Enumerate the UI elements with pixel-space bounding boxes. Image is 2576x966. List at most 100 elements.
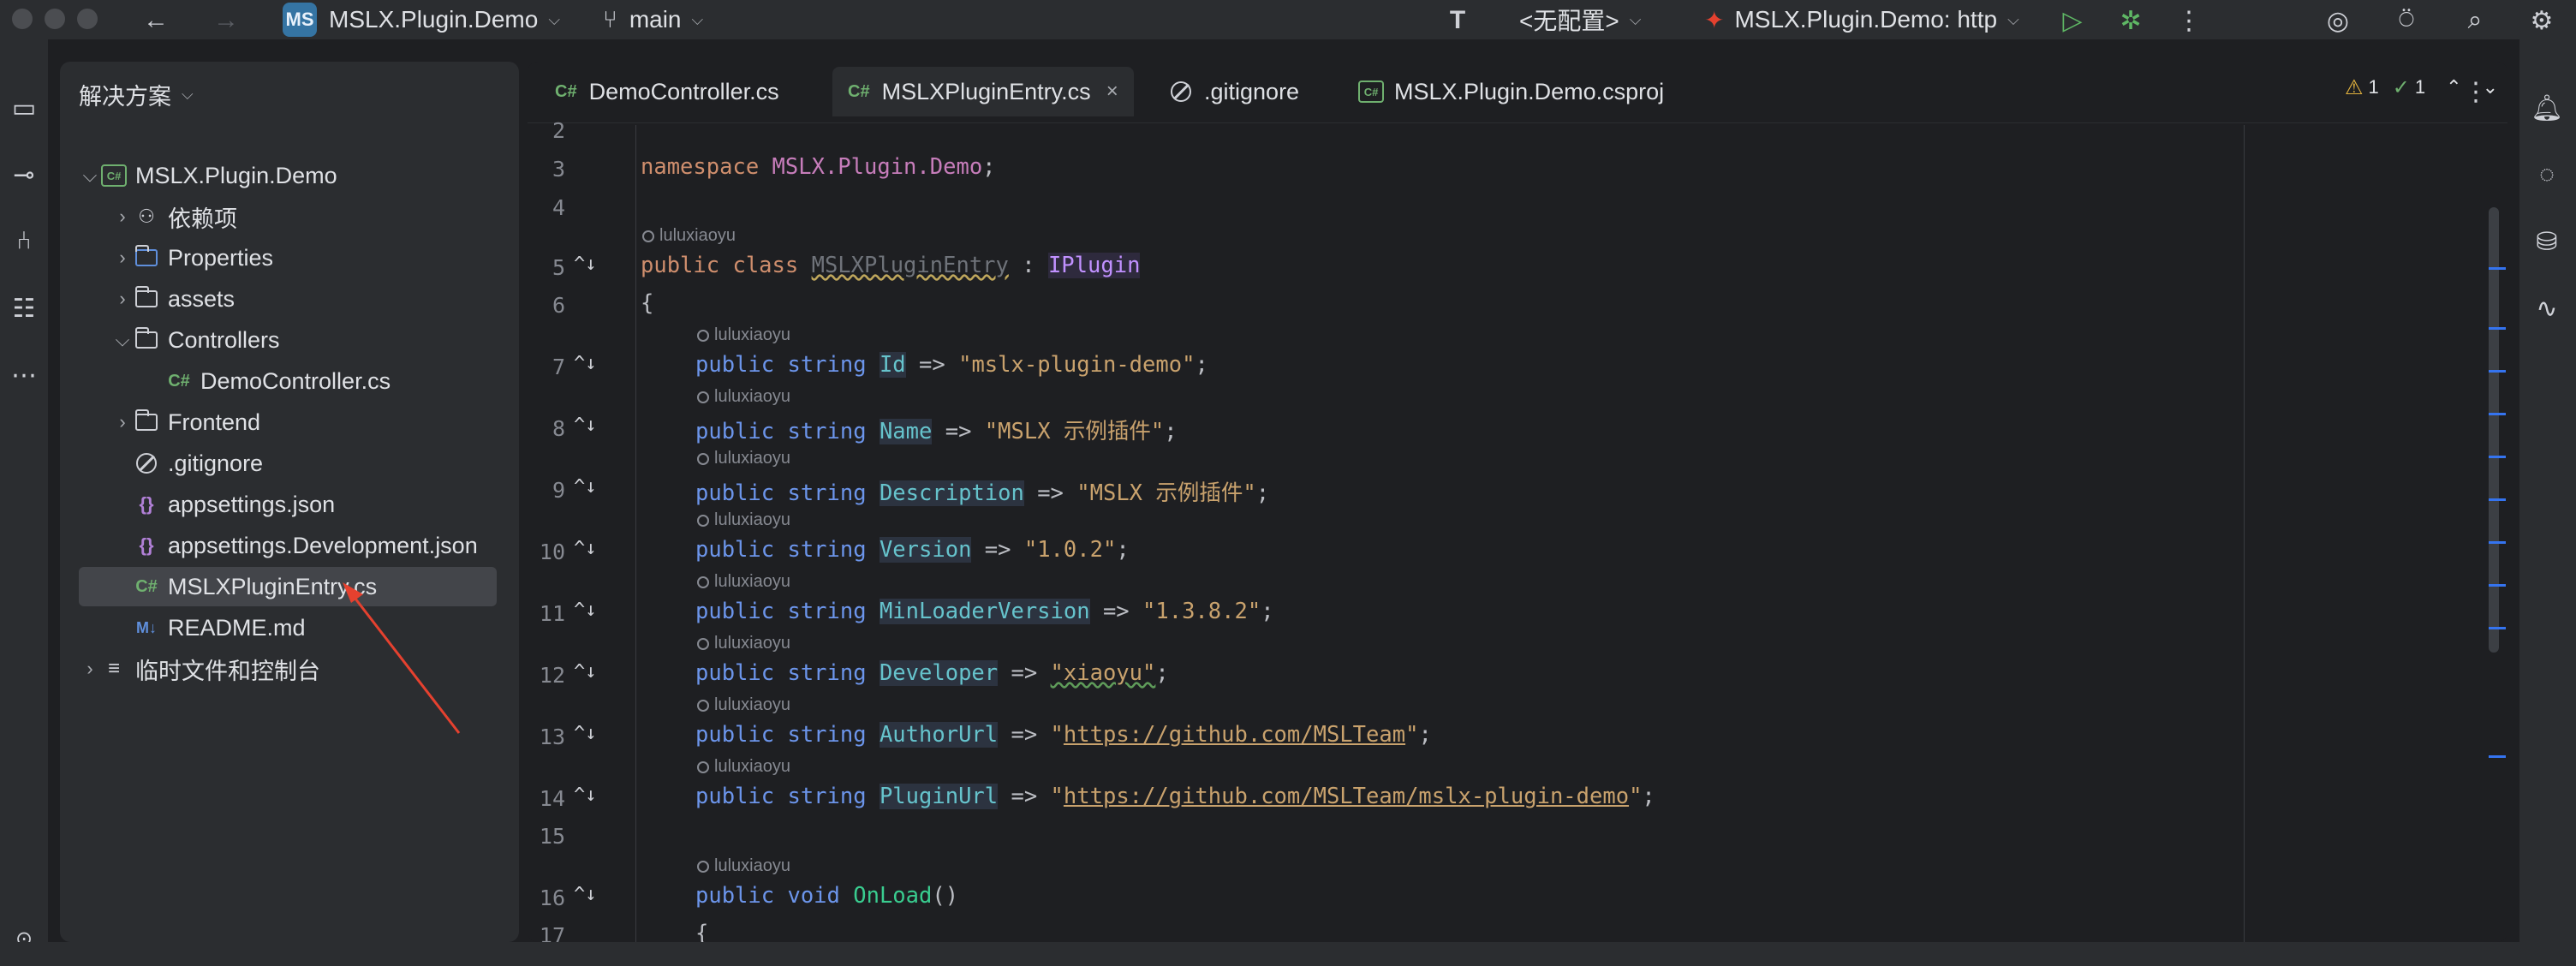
pull-request-icon[interactable]: ⑃ <box>7 224 41 259</box>
person-icon <box>697 860 709 873</box>
code-author-hint[interactable]: luluxiaoyu <box>697 572 790 592</box>
code-line[interactable]: public class MSLXPluginEntry : IPlugin <box>641 253 1141 278</box>
structure-icon[interactable]: ☷ <box>7 291 41 325</box>
window-zoom-button[interactable] <box>77 9 98 29</box>
chevron-right-icon[interactable]: › <box>111 206 134 228</box>
gitignore-icon <box>1168 81 1194 102</box>
url-link[interactable]: https://github.com/MSLTeam/mslx-plugin-d… <box>1064 784 1629 809</box>
window-close-button[interactable] <box>12 9 33 29</box>
implements-marker-icon[interactable]: ^↓ <box>574 476 597 498</box>
tab-democontroller[interactable]: C# DemoController.cs <box>540 67 795 116</box>
interface-name: IPlugin <box>1047 253 1141 278</box>
markdown-file-icon: M↓ <box>136 618 157 636</box>
code-author-hint[interactable]: luluxiaoyu <box>642 226 736 246</box>
line-number: 17 <box>539 923 565 942</box>
chevron-down-icon: ⌵ <box>1629 10 1642 28</box>
tree-item-appsettings[interactable]: {} appsettings.json <box>79 485 507 524</box>
inspection-widget[interactable]: ⚠ 1 ✓ 1 ⌃ ⌄ <box>2345 70 2498 104</box>
folder-icon <box>134 327 159 349</box>
back-arrow-icon[interactable]: ← <box>139 3 173 38</box>
chevron-down-icon[interactable]: ⌵ <box>111 329 134 351</box>
code-line[interactable]: public string Developer => "xiaoyu"; <box>695 660 1169 686</box>
arrow-operator: => <box>998 660 1051 686</box>
line-number: 2 <box>552 118 565 143</box>
implements-marker-icon[interactable]: ^↓ <box>574 784 597 806</box>
tab-mslxpluginentry[interactable]: C# MSLXPluginEntry.cs × <box>832 67 1134 116</box>
forward-arrow-icon[interactable]: → <box>209 3 243 38</box>
tree-item-democontroller[interactable]: C# DemoController.cs <box>79 361 507 401</box>
project-panel-header[interactable]: 解决方案 ⌵ <box>79 77 194 111</box>
ai-assistant-icon[interactable]: ◎ <box>2321 3 2355 38</box>
implements-marker-icon[interactable]: ^↓ <box>574 353 597 374</box>
tree-item-controllers[interactable]: ⌵ Controllers <box>79 320 507 360</box>
code-author-hint[interactable]: luluxiaoyu <box>697 449 790 468</box>
tree-item-assets[interactable]: › assets <box>79 279 507 319</box>
implements-marker-icon[interactable]: ^↓ <box>574 253 597 275</box>
search-icon[interactable]: ⌕ <box>2458 3 2492 38</box>
code-line[interactable]: public string PluginUrl => "https://gith… <box>695 784 1655 809</box>
text-tool-icon[interactable]: T <box>1440 3 1475 38</box>
property-name: Version <box>879 537 972 563</box>
code-author-hint[interactable]: luluxiaoyu <box>697 634 790 653</box>
commit-icon[interactable]: ⊸ <box>7 158 41 192</box>
code-line[interactable]: { <box>641 290 653 316</box>
chevron-up-icon[interactable]: ⌃ <box>2446 76 2461 98</box>
chevron-down-icon: ⌵ <box>548 10 560 28</box>
code-author-hint[interactable]: luluxiaoyu <box>697 387 790 407</box>
debug-icon[interactable]: ✲ <box>2114 3 2148 38</box>
tab-gitignore[interactable]: .gitignore <box>1153 67 1315 116</box>
implements-marker-icon[interactable]: ^↓ <box>574 661 597 683</box>
more-tools-icon[interactable]: ⋯ <box>7 358 41 392</box>
code-line[interactable]: public void OnLoad() <box>695 883 958 909</box>
code-author-hint[interactable]: luluxiaoyu <box>697 856 790 876</box>
tree-item-project[interactable]: ⌵ C# MSLX.Plugin.Demo <box>79 156 507 195</box>
code-line[interactable]: public string Version => "1.0.2"; <box>695 537 1130 563</box>
branch-switcher[interactable]: ⑂ main ⌵ <box>603 0 703 39</box>
ai-chat-icon[interactable]: ◌ <box>2530 158 2564 192</box>
tree-item-dependencies[interactable]: › ⚇ 依赖项 <box>79 197 507 236</box>
window-minimize-button[interactable] <box>45 9 65 29</box>
chevron-right-icon[interactable]: › <box>111 411 134 433</box>
code-author-hint[interactable]: luluxiaoyu <box>697 695 790 715</box>
tree-item-appsettings-development[interactable]: {} appsettings.Development.json <box>79 526 507 565</box>
code-line[interactable]: { <box>695 921 708 942</box>
config-selector[interactable]: <无配置> ⌵ <box>1519 0 1641 39</box>
more-actions-icon[interactable]: ⋮ <box>2172 3 2206 38</box>
tab-csproj[interactable]: C# MSLX.Plugin.Demo.csproj <box>1343 67 1679 116</box>
notifications-bell-icon[interactable]: 🔔︎ <box>2530 91 2564 125</box>
tree-item-properties[interactable]: › Properties <box>79 238 507 277</box>
code-author-hint[interactable]: luluxiaoyu <box>697 510 790 530</box>
project-folder-icon[interactable]: ▭ <box>7 91 41 125</box>
run-icon[interactable]: ▷ <box>2055 3 2090 38</box>
code-author-hint[interactable]: luluxiaoyu <box>697 757 790 777</box>
chevron-right-icon[interactable]: › <box>79 658 101 680</box>
code-line[interactable]: public string Name => "MSLX 示例插件"; <box>695 414 1178 445</box>
person-icon <box>697 637 709 650</box>
implements-marker-icon[interactable]: ^↓ <box>574 414 597 436</box>
line-number: 11 <box>539 601 565 626</box>
tree-item-frontend[interactable]: › Frontend <box>79 402 507 442</box>
chevron-down-icon[interactable]: ⌄ <box>2483 76 2498 98</box>
database-icon[interactable]: ⛁ <box>2530 224 2564 259</box>
project-switcher[interactable]: MS MSLX.Plugin.Demo ⌵ <box>283 0 560 39</box>
code-line[interactable]: namespace MSLX.Plugin.Demo; <box>641 154 996 180</box>
chevron-right-icon[interactable]: › <box>111 247 134 269</box>
chevron-down-icon[interactable]: ⌵ <box>79 164 101 187</box>
url-link[interactable]: https://github.com/MSLTeam <box>1064 722 1405 748</box>
code-line[interactable]: public string MinLoaderVersion => "1.3.8… <box>695 599 1274 624</box>
code-line[interactable]: public string Id => "mslx-plugin-demo"; <box>695 352 1208 378</box>
code-author-hint[interactable]: luluxiaoyu <box>697 325 790 345</box>
settings-gear-icon[interactable]: ⚙ <box>2525 3 2559 38</box>
run-config-selector[interactable]: ✦ MSLX.Plugin.Demo: http ⌵ <box>1704 0 2019 39</box>
implements-marker-icon[interactable]: ^↓ <box>574 723 597 744</box>
tree-item-gitignore[interactable]: .gitignore <box>79 444 507 483</box>
implements-marker-icon[interactable]: ^↓ <box>574 599 597 621</box>
chevron-right-icon[interactable]: › <box>111 288 134 310</box>
implements-marker-icon[interactable]: ^↓ <box>574 538 597 559</box>
code-line[interactable]: public string AuthorUrl => "https://gith… <box>695 722 1432 748</box>
code-line[interactable]: public string Description => "MSLX 示例插件"… <box>695 475 1269 507</box>
implements-marker-icon[interactable]: ^↓ <box>574 884 597 905</box>
add-user-icon[interactable]: ⍥ <box>2389 3 2424 38</box>
profiler-icon[interactable]: ∿ <box>2530 291 2564 325</box>
close-tab-icon[interactable]: × <box>1106 80 1118 104</box>
